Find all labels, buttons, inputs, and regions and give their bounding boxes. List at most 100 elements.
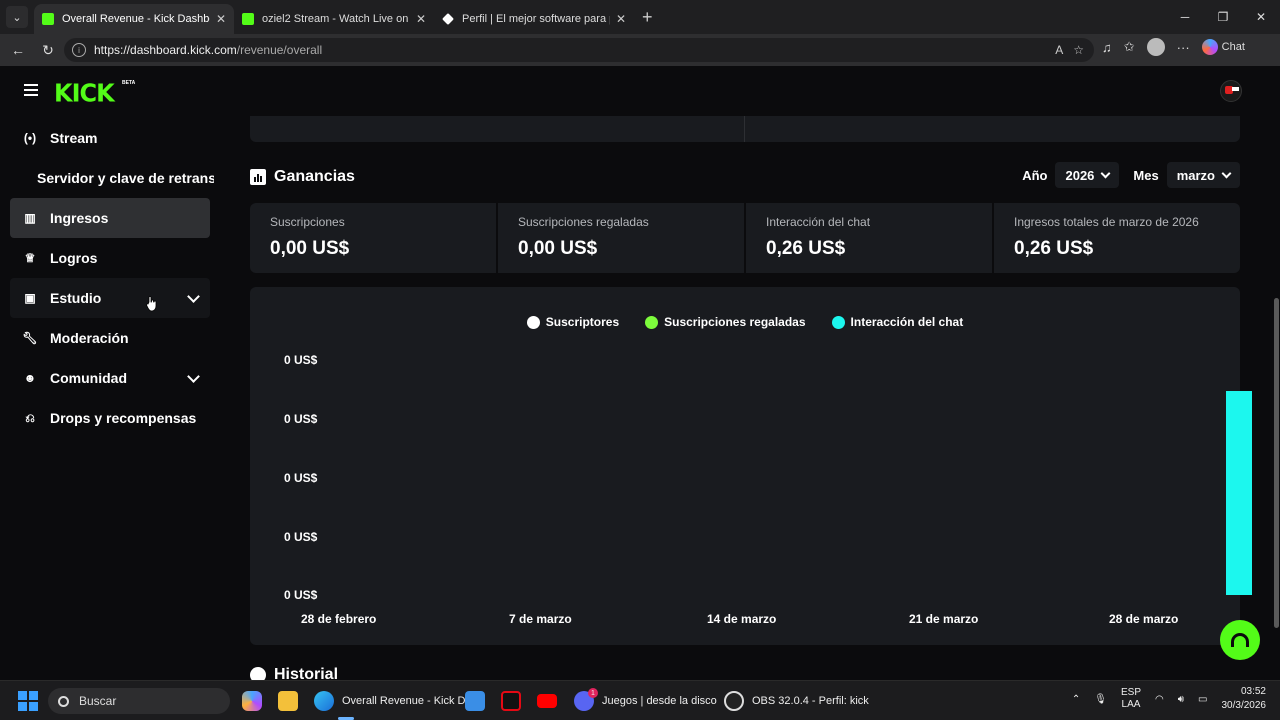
chart-bar[interactable] [1226, 390, 1252, 595]
kick-icon [242, 13, 254, 25]
maximize-button[interactable]: ❐ [1204, 0, 1242, 34]
more-menu-icon[interactable]: ··· [1177, 40, 1190, 55]
y-tick-label: 0 US$ [284, 412, 318, 426]
profile-avatar[interactable] [1146, 38, 1165, 56]
sidebar-item-logros[interactable]: ♕ Logros [10, 238, 210, 278]
tab-title: Perfil | El mejor software para pote [462, 13, 610, 25]
store-icon[interactable] [465, 689, 485, 713]
sidebar-item-stream[interactable]: (•) Stream [10, 118, 210, 158]
headset-icon [1231, 633, 1249, 647]
taskbar-app-label: OBS 32.0.4 - Perfil: kick [752, 695, 869, 707]
taskbar-app-obs[interactable]: OBS 32.0.4 - Perfil: kick [724, 689, 869, 713]
month-label: Mes [1133, 167, 1159, 183]
sidebar-item-label: Drops y recompensas [50, 410, 197, 426]
sidebar-item-comunidad[interactable]: ☻ Comunidad [10, 358, 210, 398]
url-path: /revenue/overall [236, 43, 323, 57]
favorite-star-icon[interactable]: ☆ [1073, 43, 1084, 57]
youtube-icon[interactable] [537, 689, 557, 713]
date-filters: Año 2026 Mes marzo [1022, 162, 1240, 188]
chevron-up-icon[interactable]: ⌃ [1072, 694, 1080, 705]
studio-icon: ▣ [24, 291, 36, 305]
y-tick-label: 0 US$ [284, 530, 318, 544]
legend-item-chat[interactable]: Interacción del chat [831, 315, 964, 329]
kick-dashboard: KICK BETA (•) Stream Servidor y clave de… [4, 68, 1272, 680]
legend-label: Interacción del chat [850, 315, 964, 329]
sidebar-item-drops[interactable]: ⎌ Drops y recompensas [10, 398, 210, 438]
favorites-icon[interactable]: ✩ [1124, 39, 1135, 55]
extensions-icon[interactable]: ♫ [1102, 40, 1112, 55]
help-chat-button[interactable] [1220, 620, 1260, 660]
wifi-icon[interactable]: ◠ [1155, 694, 1164, 705]
stat-label: Interacción del chat [766, 215, 871, 229]
copilot-taskbar-icon[interactable] [242, 689, 262, 713]
chat-label: Chat [1221, 41, 1245, 53]
top-nav: KICK BETA [4, 68, 1272, 116]
month-value: marzo [1176, 167, 1215, 183]
close-tab-icon[interactable]: ✕ [616, 12, 626, 26]
sidebar-item-label: Logros [50, 250, 98, 266]
taskbar-app-label: Overall Revenue - Kick D [342, 695, 466, 707]
stat-label: Ingresos totales de marzo de 2026 [1014, 215, 1199, 229]
url-host: https://dashboard.kick.com [94, 43, 237, 57]
minimize-button[interactable]: ─ [1166, 0, 1204, 34]
sidebar-item-ingresos[interactable]: ▥ Ingresos [10, 198, 210, 238]
close-tab-icon[interactable]: ✕ [416, 12, 426, 26]
volume-icon[interactable]: 🔊︎ [1178, 694, 1184, 705]
taskbar-app-discord[interactable]: 1 Juegos | desde la disco [574, 688, 717, 713]
sidebar-item-server-key[interactable]: Servidor y clave de retransmisión [10, 158, 214, 198]
browser-tab-1[interactable]: Overall Revenue - Kick Dashboard ✕ [34, 4, 234, 34]
legend-item-gifted[interactable]: Suscripciones regaladas [645, 315, 806, 329]
chevron-down-icon[interactable] [187, 370, 200, 383]
back-button[interactable]: ← [6, 42, 30, 58]
read-aloud-icon[interactable]: A [1055, 43, 1063, 57]
broadcast-icon: (•) [23, 131, 37, 145]
address-bar-row: ← ↻ i https://dashboard.kick.com /revenu… [0, 34, 1280, 66]
page-scrollbar[interactable] [1272, 68, 1280, 680]
month-select[interactable]: marzo [1166, 162, 1240, 188]
battery-icon[interactable]: ▭ [1198, 694, 1207, 705]
year-select[interactable]: 2026 [1055, 162, 1120, 188]
kick-logo[interactable]: KICK [54, 78, 115, 107]
chart-legend: Suscriptores Suscripciones regaladas Int… [250, 315, 1240, 329]
x-tick-label: 7 de marzo [509, 612, 572, 626]
x-tick-label: 28 de marzo [1109, 612, 1179, 626]
legend-item-subscribers[interactable]: Suscriptores [526, 315, 619, 329]
sidebar-item-estudio[interactable]: ▣ Estudio [10, 278, 210, 318]
edge-icon [314, 691, 334, 711]
scrollbar-thumb[interactable] [1274, 298, 1279, 628]
reload-button[interactable]: ↻ [36, 42, 60, 59]
chevron-down-icon[interactable] [187, 290, 200, 303]
browser-tab-3[interactable]: Perfil | El mejor software para pote ✕ [434, 4, 634, 34]
chevron-down-icon [1221, 168, 1232, 178]
netflix-icon[interactable] [501, 689, 521, 713]
url-input[interactable]: i https://dashboard.kick.com /revenue/ov… [64, 38, 1094, 62]
clock-icon [250, 667, 266, 680]
trophy-icon: ♕ [24, 251, 36, 265]
browser-tab-2[interactable]: oziel2 Stream - Watch Live on Kick ✕ [234, 4, 434, 34]
x-tick-label: 28 de febrero [301, 612, 377, 626]
sidebar-item-label: Servidor y clave de retransmisión [37, 170, 214, 186]
sidebar-item-moderacion[interactable]: 🔧︎ Moderación [10, 318, 210, 358]
menu-icon[interactable] [24, 84, 38, 96]
language-indicator[interactable]: ESP LAA [1121, 687, 1141, 711]
site-info-icon[interactable]: i [72, 43, 86, 57]
browser-tab-strip: ⌄ Overall Revenue - Kick Dashboard ✕ ozi… [0, 0, 1280, 34]
file-explorer-icon[interactable] [278, 689, 298, 713]
copilot-chat-button[interactable]: Chat [1201, 39, 1245, 55]
tab-list-button[interactable]: ⌄ [6, 6, 28, 28]
taskbar-app-edge[interactable]: Overall Revenue - Kick D [314, 689, 466, 720]
legend-label: Suscripciones regaladas [664, 315, 806, 329]
chart-icon: ▥ [24, 211, 36, 225]
taskbar-search[interactable]: Buscar [48, 688, 230, 714]
kick-icon [42, 13, 54, 25]
legend-dot [831, 315, 845, 329]
year-value: 2026 [1065, 167, 1095, 183]
clock[interactable]: 03:52 30/3/2026 [1222, 685, 1267, 713]
user-avatar[interactable] [1220, 80, 1242, 102]
new-tab-button[interactable]: + [642, 7, 653, 28]
start-button[interactable] [18, 691, 38, 711]
sidebar: (•) Stream Servidor y clave de retransmi… [10, 118, 214, 438]
close-window-button[interactable]: ✕ [1242, 0, 1280, 34]
microphone-icon[interactable]: 🎙︎ [1094, 694, 1107, 705]
close-tab-icon[interactable]: ✕ [216, 12, 226, 26]
